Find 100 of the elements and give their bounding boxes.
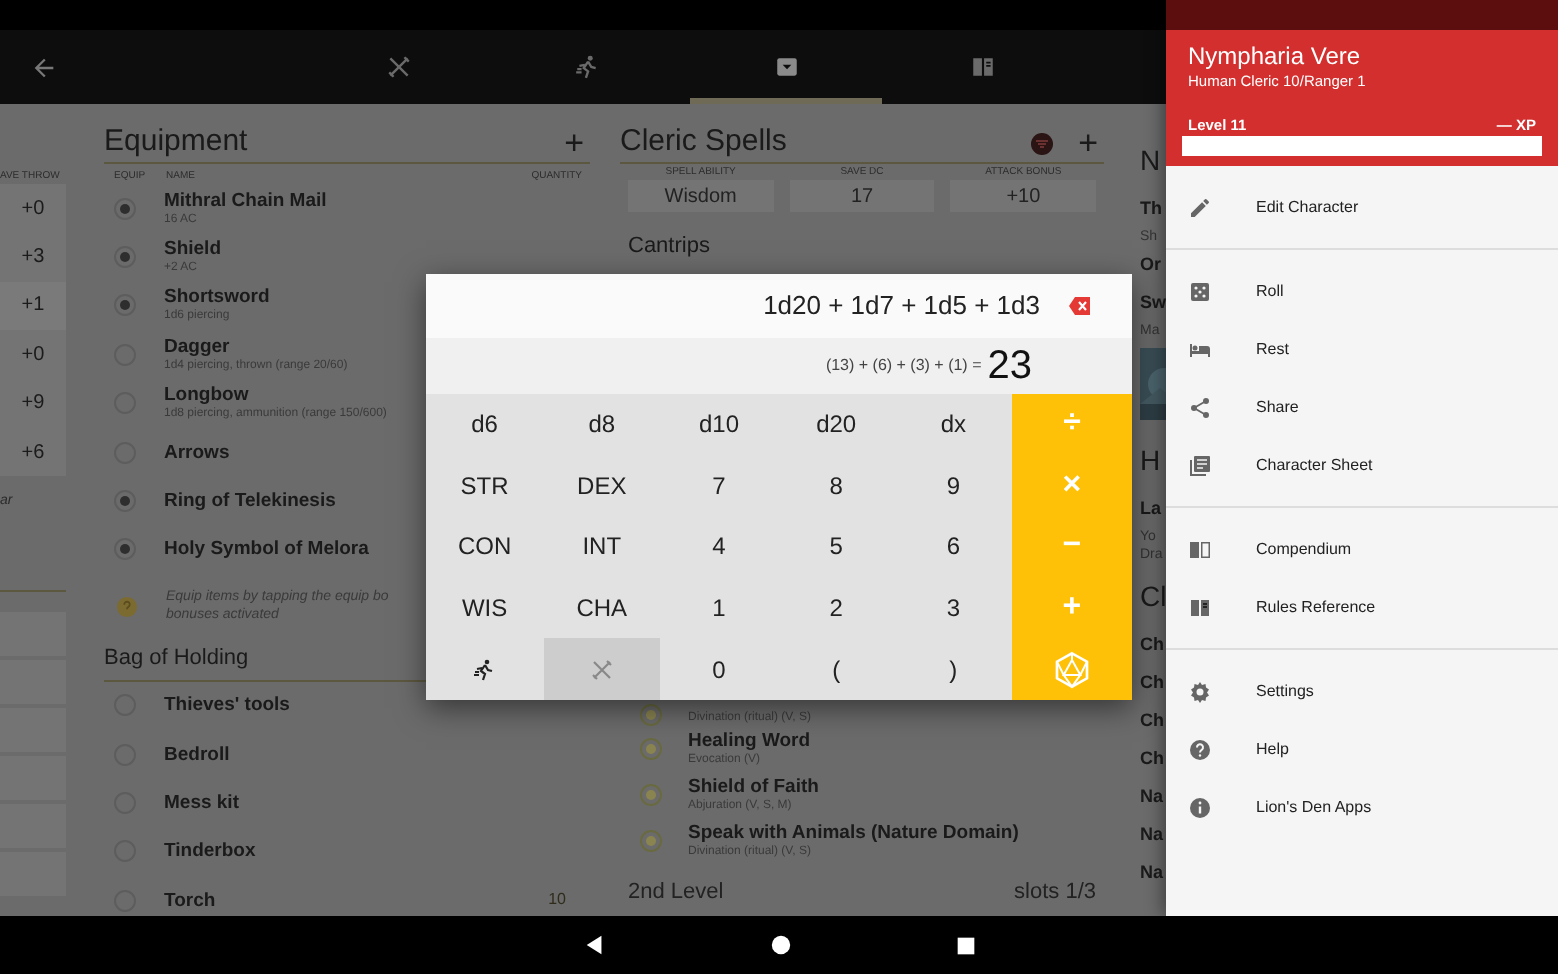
item-name: Mess kit [164, 792, 239, 815]
roll-breakdown: (13) + (6) + (3) + (1) = [825, 354, 982, 378]
save-value: +0 [0, 330, 66, 380]
settings-icon [1188, 679, 1212, 703]
dice-key[interactable]: dx [894, 394, 1012, 456]
runner-icon [472, 657, 497, 682]
back-icon[interactable] [30, 53, 58, 81]
note-title: Sw [1140, 290, 1167, 316]
note-title: Ch [1140, 746, 1164, 772]
dice-icon [1188, 279, 1212, 303]
save-value: +0 [0, 184, 66, 233]
item-name: Holy Symbol of Melora [164, 538, 369, 561]
prepared-toggle[interactable] [640, 737, 662, 760]
menu-item[interactable]: Rest [1166, 320, 1558, 378]
open-book-icon [1188, 537, 1212, 561]
stat-value: Wisdom [628, 180, 774, 212]
backspace-icon[interactable] [1064, 294, 1096, 318]
item-name: Thieves' tools [164, 694, 290, 717]
dice-key[interactable]: ) [894, 638, 1012, 700]
roll-button[interactable] [1011, 638, 1132, 700]
save-value: +1 [0, 281, 66, 331]
equip-toggle[interactable] [114, 197, 136, 220]
note-title: Or [1140, 252, 1162, 278]
prepared-toggle[interactable] [640, 703, 662, 726]
menu-item[interactable]: Edit Character [1166, 178, 1558, 236]
dice-key[interactable]: ( [777, 638, 895, 700]
note-title: Ch [1140, 708, 1164, 734]
item-name: Shortsword [164, 286, 270, 309]
dice-key[interactable]: d20 [777, 394, 895, 456]
dice-key[interactable]: d8 [543, 394, 661, 456]
dice-key[interactable]: INT [543, 516, 661, 578]
swords-icon [385, 54, 411, 80]
dice-key[interactable]: d6 [426, 394, 544, 456]
menu-item[interactable]: Help [1166, 720, 1558, 778]
edit-icon [1188, 195, 1212, 219]
d20-icon [1051, 649, 1092, 690]
equip-toggle[interactable] [114, 246, 136, 269]
prepared-toggle[interactable] [640, 829, 662, 852]
help-icon [1188, 737, 1212, 761]
book-icon [969, 54, 995, 80]
dice-key[interactable]: 6 [894, 516, 1012, 578]
spell-name: Healing Word [688, 729, 811, 752]
section-title: H [1140, 442, 1161, 480]
dice-key[interactable]: 1 [660, 577, 778, 639]
section-title: N [1140, 142, 1161, 180]
dice-key[interactable]: 4 [660, 516, 778, 578]
section-title: Cl [1140, 578, 1167, 616]
back-nav-icon[interactable] [583, 934, 605, 956]
recents-nav-icon[interactable] [955, 935, 975, 955]
filter-icon[interactable] [1030, 131, 1055, 155]
item-name: Ring of Telekinesis [164, 490, 336, 513]
save-value: +6 [0, 427, 66, 477]
slots-count: slots 1/3 [1014, 877, 1096, 908]
menu-item[interactable]: Roll [1166, 262, 1558, 320]
home-nav-icon[interactable] [769, 934, 791, 956]
dice-key[interactable] [543, 638, 661, 700]
dice-key[interactable]: 9 [894, 455, 1012, 517]
equip-toggle[interactable] [114, 490, 136, 513]
note-title: Ch [1140, 632, 1164, 658]
equip-toggle[interactable] [114, 294, 136, 317]
level-title: 2nd Level [628, 877, 724, 908]
save-value: +3 [0, 232, 66, 282]
info-icon [1188, 795, 1212, 819]
menu-item[interactable]: Compendium [1166, 520, 1558, 578]
item-quantity: 10 [548, 888, 568, 913]
menu-item[interactable]: Lion's Den Apps [1166, 778, 1558, 836]
dice-key[interactable]: CON [426, 516, 544, 578]
stat-value: +10 [950, 180, 1097, 212]
section-title: Equipment [104, 122, 248, 163]
share-icon [1188, 395, 1212, 419]
dice-key[interactable]: 7 [660, 455, 778, 517]
note-title: La [1140, 496, 1162, 522]
spell-name: Speak with Animals (Nature Domain) [688, 821, 1019, 844]
prepared-toggle[interactable] [640, 783, 662, 806]
equip-toggle[interactable] [114, 538, 136, 561]
menu-item[interactable]: Character Sheet [1166, 436, 1558, 494]
book-icon [1188, 595, 1212, 619]
dice-key[interactable]: 5 [777, 516, 895, 578]
dice-key[interactable]: STR [426, 455, 544, 517]
item-name: Longbow [164, 384, 251, 407]
runner-icon [573, 54, 599, 80]
dice-key[interactable]: 3 [894, 577, 1012, 639]
dice-key[interactable]: DEX [543, 455, 661, 517]
dice-key[interactable]: d10 [660, 394, 778, 456]
stat-value: 17 [789, 180, 935, 212]
item-name: Mithral Chain Mail [164, 189, 327, 212]
dice-key[interactable]: 2 [777, 577, 895, 639]
hint-icon [116, 595, 138, 618]
menu-item[interactable]: Rules Reference [1166, 578, 1558, 636]
dice-key[interactable]: 0 [660, 638, 778, 700]
dice-key[interactable]: 8 [777, 455, 895, 517]
dice-key[interactable]: WIS [426, 577, 544, 639]
note-title: Na [1140, 784, 1164, 810]
sheet-icon [1188, 453, 1212, 477]
menu-item[interactable]: Share [1166, 378, 1558, 436]
menu-item[interactable]: Settings [1166, 662, 1558, 720]
dice-key[interactable]: CHA [543, 577, 661, 639]
note-title: Ch [1140, 670, 1164, 696]
note-title: Na [1140, 860, 1164, 886]
subsection-title: Cantrips [628, 232, 712, 262]
